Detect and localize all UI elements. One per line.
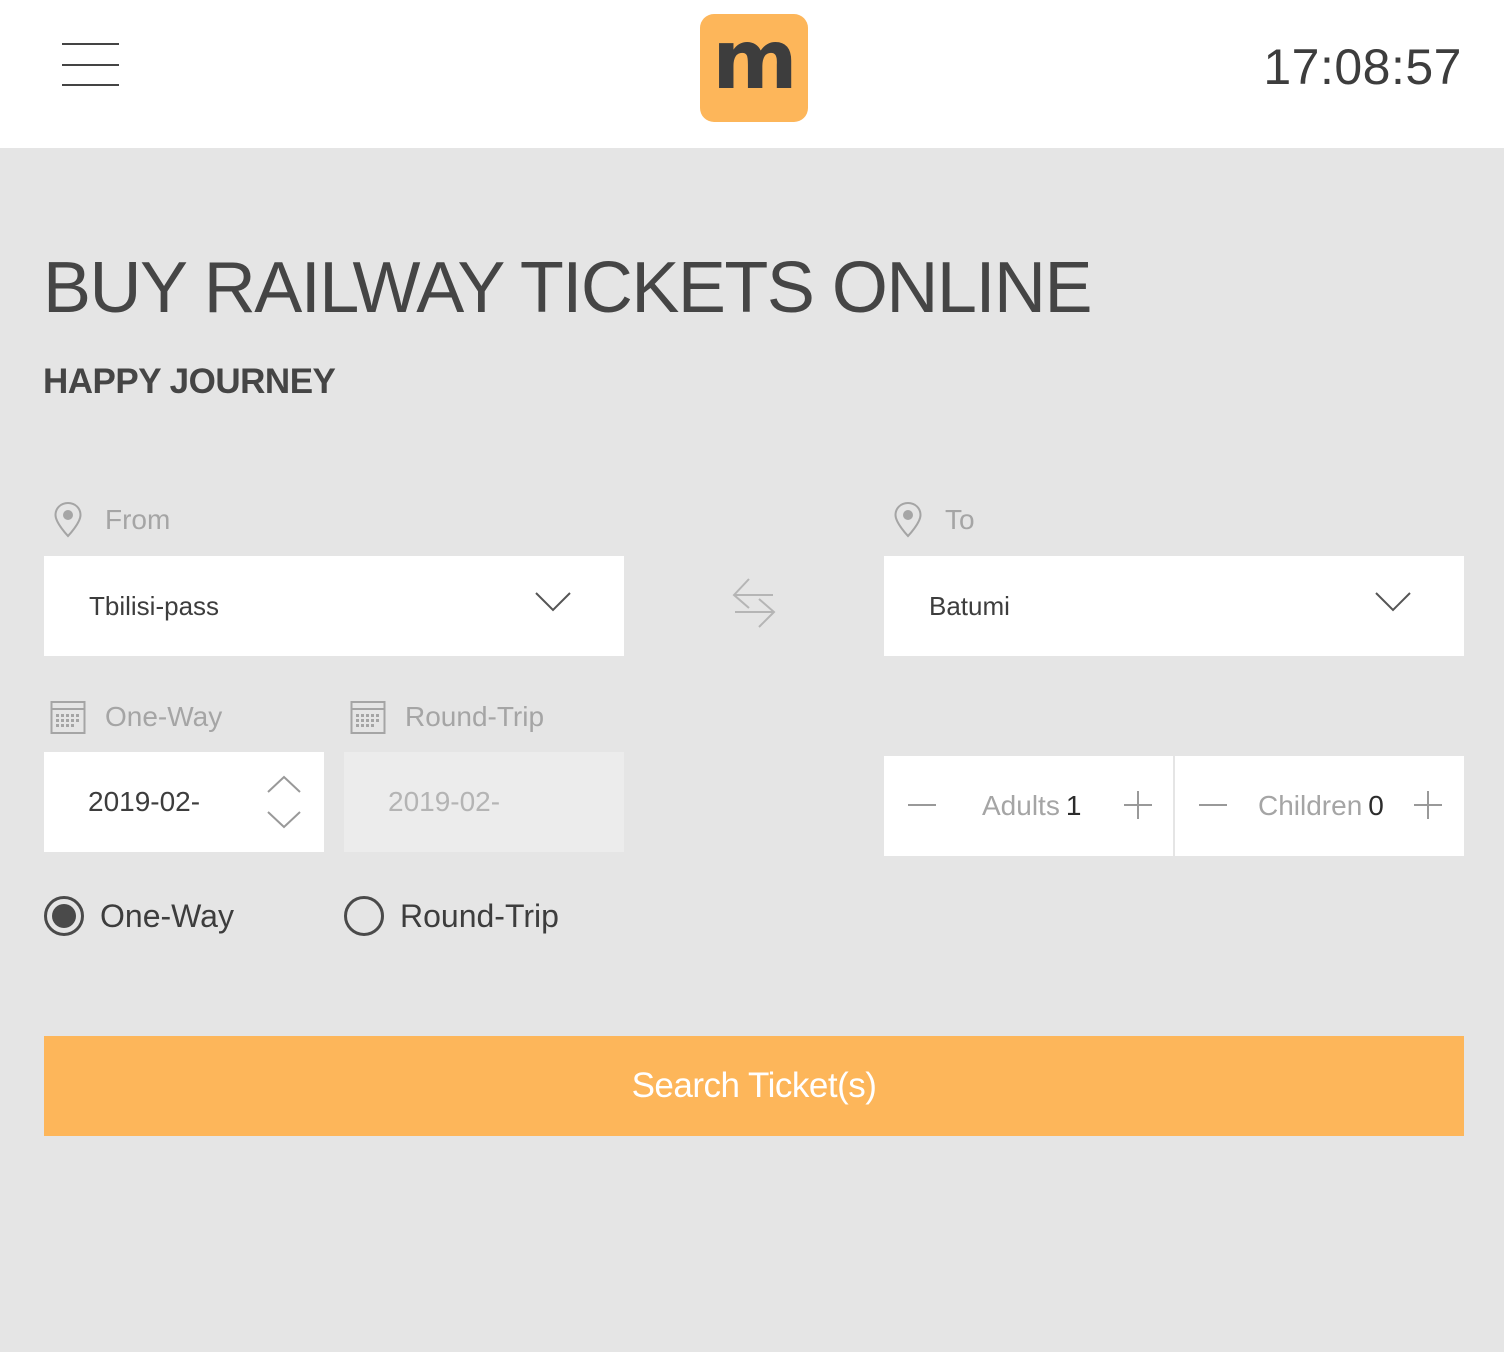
location-pin-icon xyxy=(888,500,928,540)
radio-selected-dot xyxy=(52,904,76,928)
round-trip-date-value: 2019-02- xyxy=(388,786,501,817)
one-way-date-label-text: One-Way xyxy=(105,701,223,732)
calendar-icon xyxy=(48,697,88,737)
to-select[interactable]: Batumi xyxy=(884,556,1464,656)
from-select[interactable]: Tbilisi-pass xyxy=(44,556,624,656)
swap-arrows-icon[interactable] xyxy=(731,575,777,631)
adults-counter: Adults 1 xyxy=(884,756,1173,856)
adults-plus-icon[interactable] xyxy=(1122,789,1154,821)
radio-round-trip-label: Round-Trip xyxy=(400,897,559,934)
chevron-down-icon xyxy=(535,592,571,612)
radio-round-trip-circle[interactable] xyxy=(344,896,384,936)
from-label: From xyxy=(48,500,170,540)
logo-letter: m xyxy=(712,13,797,108)
radio-one-way[interactable]: One-Way xyxy=(44,896,234,936)
page-subtitle: HAPPY JOURNEY xyxy=(43,362,336,401)
calendar-icon xyxy=(348,697,388,737)
hamburger-menu-icon[interactable] xyxy=(62,42,120,88)
one-way-date-label: One-Way xyxy=(48,697,222,737)
adults-count: 1 xyxy=(1065,790,1082,821)
children-label: Children xyxy=(1258,790,1363,821)
page-title: BUY RAILWAY TICKETS ONLINE xyxy=(43,248,1092,328)
radio-one-way-circle[interactable] xyxy=(44,896,84,936)
adults-minus-icon[interactable] xyxy=(906,789,938,821)
from-select-value: Tbilisi-pass xyxy=(89,590,220,621)
radio-round-trip[interactable]: Round-Trip xyxy=(344,896,559,936)
one-way-date-value: 2019-02- xyxy=(88,786,201,817)
to-label: To xyxy=(888,500,975,540)
header: m 17:08:57 xyxy=(0,0,1504,148)
logo[interactable]: m xyxy=(700,14,808,122)
round-trip-date-label: Round-Trip xyxy=(348,697,544,737)
children-counter: Children 0 xyxy=(1175,756,1464,856)
from-label-text: From xyxy=(105,504,171,535)
round-trip-date-label-text: Round-Trip xyxy=(405,701,545,732)
one-way-date-input[interactable]: 2019-02- xyxy=(44,752,324,852)
location-pin-icon xyxy=(48,500,88,540)
radio-one-way-label: One-Way xyxy=(100,897,234,934)
to-label-text: To xyxy=(945,504,975,535)
to-select-value: Batumi xyxy=(929,590,1010,621)
children-plus-icon[interactable] xyxy=(1412,789,1444,821)
children-count: 0 xyxy=(1368,790,1384,821)
search-tickets-button[interactable]: Search Ticket(s) xyxy=(44,1036,1464,1136)
children-minus-icon[interactable] xyxy=(1197,789,1229,821)
date-spinner-icon[interactable] xyxy=(266,774,302,830)
round-trip-date-input: 2019-02- xyxy=(344,752,624,852)
clock: 17:08:57 xyxy=(1263,39,1462,95)
chevron-down-icon xyxy=(1375,592,1411,612)
adults-label: Adults xyxy=(982,790,1060,821)
